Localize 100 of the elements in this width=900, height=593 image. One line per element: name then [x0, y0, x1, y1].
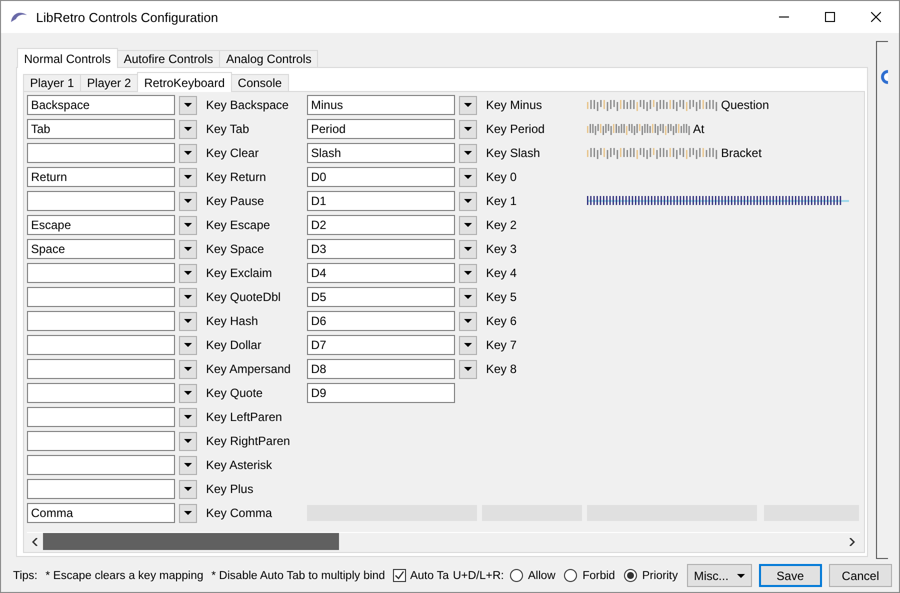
key-field[interactable]: Return	[27, 167, 175, 187]
key-label: Key 4	[486, 266, 517, 280]
dropdown-button[interactable]	[179, 384, 197, 402]
key-label: Key RightParen	[206, 434, 290, 448]
caret-icon	[464, 295, 472, 299]
dropdown-button[interactable]	[459, 264, 477, 282]
key-label: Key Exclaim	[206, 266, 272, 280]
save-button[interactable]: Save	[758, 564, 822, 587]
caret-icon	[464, 175, 472, 179]
caret-icon	[184, 319, 192, 323]
radio-button[interactable]	[624, 569, 638, 582]
key-field[interactable]	[27, 143, 175, 163]
key-label: Key Tab	[206, 122, 250, 136]
dropdown-button[interactable]	[179, 360, 197, 378]
dropdown-button[interactable]	[179, 120, 197, 138]
key-label: At	[693, 122, 704, 136]
dropdown-button[interactable]	[179, 288, 197, 306]
dropdown-button[interactable]	[179, 264, 197, 282]
caret-icon	[464, 127, 472, 131]
caret-icon	[184, 103, 192, 107]
key-field[interactable]: D3	[307, 239, 455, 259]
key-field[interactable]: Tab	[27, 119, 175, 139]
key-field[interactable]: Period	[307, 119, 455, 139]
key-field[interactable]	[27, 383, 175, 403]
key-field[interactable]	[27, 455, 175, 475]
tab[interactable]: Player 1	[23, 74, 82, 92]
dropdown-button[interactable]	[179, 504, 197, 522]
key-field[interactable]: Escape	[27, 215, 175, 235]
key-label: Key LeftParen	[206, 410, 282, 424]
dropdown-button[interactable]	[459, 192, 477, 210]
key-field[interactable]: Backspace	[27, 95, 175, 115]
tab[interactable]: RetroKeyboard	[137, 72, 232, 92]
dropdown-button[interactable]	[179, 168, 197, 186]
key-field[interactable]: D6	[307, 311, 455, 331]
key-field[interactable]: Minus	[307, 95, 455, 115]
caret-icon	[464, 271, 472, 275]
key-field[interactable]: Slash	[307, 143, 455, 163]
key-field[interactable]	[27, 335, 175, 355]
scroll-thumb[interactable]	[43, 533, 339, 550]
key-field[interactable]	[27, 407, 175, 427]
key-field[interactable]	[27, 311, 175, 331]
dropdown-button[interactable]	[459, 288, 477, 306]
key-label: Key Backspace	[206, 98, 289, 112]
dropdown-button[interactable]	[459, 336, 477, 354]
caret-icon	[184, 367, 192, 371]
key-field[interactable]: D4	[307, 263, 455, 283]
dropdown-button[interactable]	[459, 168, 477, 186]
caret-icon	[184, 415, 192, 419]
dropdown-button[interactable]	[179, 432, 197, 450]
key-field[interactable]: Space	[27, 239, 175, 259]
dropdown-button[interactable]	[179, 144, 197, 162]
dropdown-button[interactable]	[179, 96, 197, 114]
caret-icon	[184, 175, 192, 179]
dropdown-button[interactable]	[459, 120, 477, 138]
key-field[interactable]	[27, 263, 175, 283]
key-field[interactable]: D5	[307, 287, 455, 307]
dropdown-button[interactable]	[179, 456, 197, 474]
dropdown-button[interactable]	[179, 336, 197, 354]
dropdown-button[interactable]	[179, 480, 197, 498]
key-field[interactable]	[27, 359, 175, 379]
dropdown-button[interactable]	[459, 216, 477, 234]
dropdown-button[interactable]	[179, 240, 197, 258]
key-field[interactable]: D9	[307, 383, 455, 403]
key-label: Key Ampersand	[206, 362, 291, 376]
tab[interactable]: Analog Controls	[219, 50, 318, 68]
tab[interactable]: Normal Controls	[17, 48, 118, 68]
radio-label: Allow	[528, 570, 556, 582]
tab[interactable]: Player 2	[80, 74, 138, 92]
dropdown-button[interactable]	[459, 144, 477, 162]
key-field[interactable]	[27, 191, 175, 211]
key-label: Key Dollar	[206, 338, 262, 352]
key-field[interactable]	[27, 479, 175, 499]
key-field[interactable]	[27, 287, 175, 307]
key-label: Key Period	[486, 122, 545, 136]
key-label: Key Escape	[206, 218, 270, 232]
key-field[interactable]: Comma	[27, 503, 175, 523]
tip-text: * Disable Auto Tab to multiply bind	[211, 570, 386, 582]
key-field[interactable]	[27, 431, 175, 451]
key-field[interactable]: D7	[307, 335, 455, 355]
tab[interactable]: Console	[230, 74, 289, 92]
dropdown-button[interactable]	[179, 312, 197, 330]
key-label: Key Clear	[206, 146, 259, 160]
dropdown-button[interactable]	[179, 408, 197, 426]
key-field[interactable]: D1	[307, 191, 455, 211]
radio-label: Forbid	[582, 570, 616, 582]
dropdown-button[interactable]	[459, 240, 477, 258]
misc-menu-button[interactable]: Misc...	[686, 564, 752, 587]
key-field[interactable]: D2	[307, 215, 455, 235]
key-field[interactable]: D0	[307, 167, 455, 187]
dropdown-button[interactable]	[179, 192, 197, 210]
dropdown-button[interactable]	[459, 312, 477, 330]
auto-tab-checkbox[interactable]	[393, 569, 406, 582]
dropdown-button[interactable]	[459, 96, 477, 114]
cancel-button[interactable]: Cancel	[828, 564, 892, 587]
dropdown-button[interactable]	[179, 216, 197, 234]
horizontal-scrollbar[interactable]	[27, 532, 860, 550]
key-field[interactable]: D8	[307, 359, 455, 379]
radio-button[interactable]	[510, 569, 523, 582]
dropdown-button[interactable]	[459, 360, 477, 378]
radio-button[interactable]	[564, 569, 578, 582]
